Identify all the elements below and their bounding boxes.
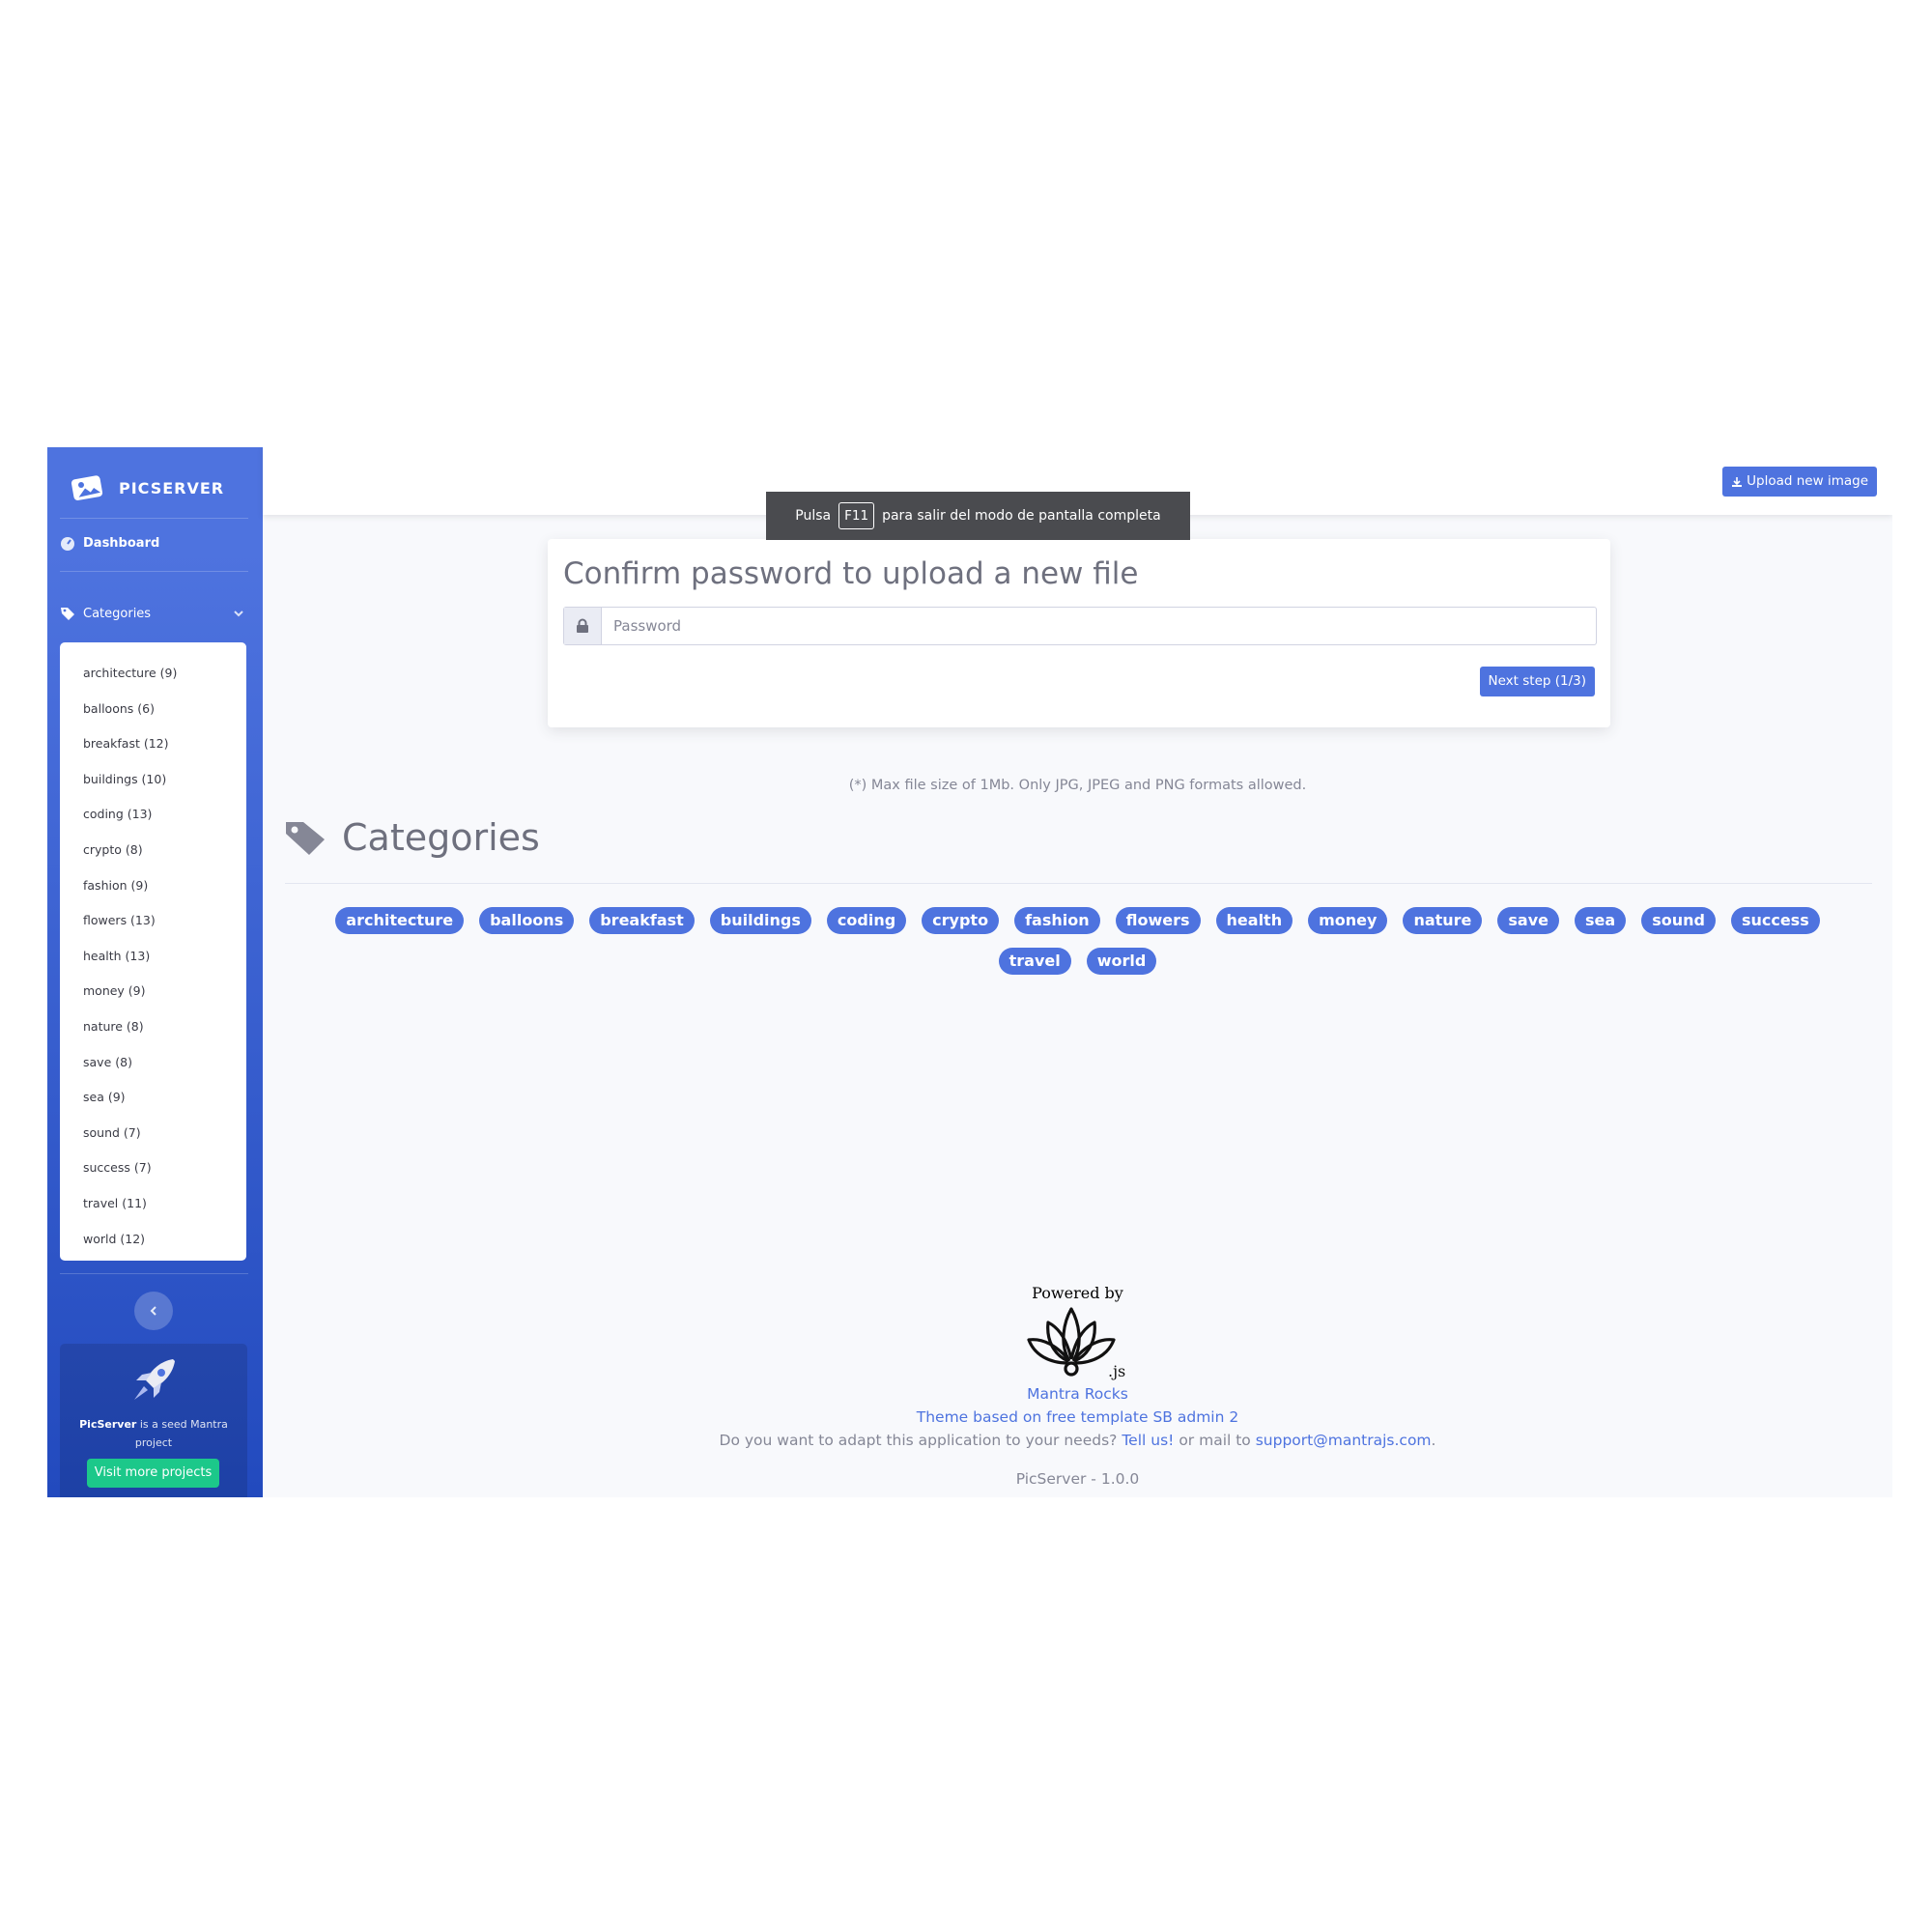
category-tag[interactable]: breakfast <box>589 907 695 934</box>
sidebar-item-dashboard[interactable]: Dashboard <box>60 535 159 551</box>
sidebar-category-item[interactable]: world (12) <box>60 1222 246 1258</box>
sidebar-category-item[interactable]: architecture (9) <box>60 656 246 692</box>
mantra-logo-icon[interactable]: .js <box>1025 1303 1131 1382</box>
category-tag[interactable]: sea <box>1575 907 1627 934</box>
sidebar-toggle-button[interactable] <box>134 1292 173 1330</box>
password-input[interactable] <box>602 608 1596 644</box>
version-label: PicServer - 1.0.0 <box>1015 1470 1140 1488</box>
sidebar-divider <box>60 1273 248 1274</box>
category-tag[interactable]: success <box>1730 907 1820 934</box>
sidebar-item-label: Categories <box>83 606 152 621</box>
rocket-icon <box>134 1359 175 1400</box>
category-tag[interactable]: sound <box>1641 907 1716 934</box>
adapt-end: . <box>1431 1432 1436 1449</box>
card-title: Confirm password to upload a new file <box>563 556 1139 591</box>
sidebar-category-item[interactable]: balloons (6) <box>60 692 246 727</box>
sidebar-category-item[interactable]: nature (8) <box>60 1009 246 1045</box>
sidebar-category-item[interactable]: travel (11) <box>60 1186 246 1222</box>
categories-submenu: architecture (9) balloons (6) breakfast … <box>60 642 246 1261</box>
category-tag[interactable]: fashion <box>1014 907 1100 934</box>
categories-title: Categories <box>342 816 540 859</box>
file-size-note: (*) Max file size of 1Mb. Only JPG, JPEG… <box>848 778 1307 793</box>
category-tag[interactable]: architecture <box>335 907 465 934</box>
tag-icon <box>61 608 74 620</box>
sidebar-category-item[interactable]: coding (13) <box>60 797 246 833</box>
category-tag[interactable]: health <box>1215 907 1293 934</box>
input-addon <box>564 608 602 644</box>
adapt-line: Do you want to adapt this application to… <box>263 1429 1892 1452</box>
key-badge: F11 <box>838 502 875 529</box>
sidebar-category-item[interactable]: crypto (8) <box>60 833 246 868</box>
sidebar-category-item[interactable]: flowers (13) <box>60 903 246 939</box>
category-tag[interactable]: crypto <box>922 907 1000 934</box>
chevron-down-icon[interactable] <box>233 608 244 619</box>
sidebar-category-item[interactable]: sea (9) <box>60 1080 246 1116</box>
password-card: Confirm password to upload a new file Ne… <box>548 539 1610 727</box>
tag-icon <box>286 822 325 855</box>
category-tag[interactable]: money <box>1308 907 1388 934</box>
category-tag[interactable]: flowers <box>1115 907 1201 934</box>
tachometer-icon <box>61 537 74 551</box>
categories-heading: Categories <box>284 816 540 859</box>
upload-button-label: Upload new image <box>1747 473 1868 489</box>
adapt-prefix: Do you want to adapt this application to… <box>719 1432 1118 1449</box>
category-tag[interactable]: world <box>1086 948 1157 975</box>
mantra-link[interactable]: Mantra Rocks <box>1027 1385 1128 1403</box>
app-window: PICSERVER Dashboard Categories architect… <box>47 447 1892 1497</box>
category-tag[interactable]: nature <box>1403 907 1483 934</box>
powered-by-label: Powered by <box>1032 1284 1123 1302</box>
category-tag[interactable]: buildings <box>709 907 811 934</box>
category-tag[interactable]: coding <box>826 907 907 934</box>
sidebar-category-item[interactable]: save (8) <box>60 1045 246 1081</box>
notice-suffix: para salir del modo de pantalla completa <box>882 508 1161 524</box>
logo-suffix: .js <box>1108 1362 1125 1380</box>
sidebar-promo: PicServer is a seed Mantra project Visit… <box>60 1344 247 1497</box>
category-tag[interactable]: balloons <box>479 907 575 934</box>
promo-description: is a seed Mantra project <box>134 1418 228 1449</box>
sidebar-category-item[interactable]: breakfast (12) <box>60 726 246 762</box>
promo-app-name: PicServer <box>79 1418 137 1431</box>
password-input-group <box>563 607 1597 645</box>
category-tag[interactable]: save <box>1497 907 1560 934</box>
sidebar-item-categories[interactable]: Categories <box>60 606 151 621</box>
promo-text: PicServer is a seed Mantra project <box>70 1415 238 1452</box>
chevron-left-icon <box>150 1306 156 1316</box>
brand[interactable]: PICSERVER <box>71 469 224 507</box>
sidebar: PICSERVER Dashboard Categories architect… <box>47 447 263 1497</box>
support-email-link[interactable]: support@mantrajs.com <box>1256 1432 1432 1449</box>
footer: Powered by .js Mantra Rocks Theme based … <box>263 1284 1892 1491</box>
upload-new-image-button[interactable]: Upload new image <box>1722 467 1877 497</box>
download-icon <box>1732 476 1743 487</box>
brand-name: PICSERVER <box>119 478 225 497</box>
sidebar-category-item[interactable]: success (7) <box>60 1151 246 1186</box>
sidebar-category-item[interactable]: health (13) <box>60 939 246 975</box>
sidebar-category-item[interactable]: sound (7) <box>60 1116 246 1151</box>
image-icon <box>71 475 103 500</box>
sidebar-divider <box>60 518 248 519</box>
lock-icon <box>577 618 588 633</box>
sidebar-category-item[interactable]: money (9) <box>60 974 246 1009</box>
theme-link[interactable]: Theme based on free template SB admin 2 <box>917 1408 1238 1426</box>
notice-prefix: Pulsa <box>795 508 832 524</box>
sidebar-divider <box>60 571 248 572</box>
category-tags: architecture balloons breakfast building… <box>263 907 1892 975</box>
sidebar-category-item[interactable]: fashion (9) <box>60 868 246 904</box>
sidebar-item-label: Dashboard <box>83 535 160 551</box>
section-divider <box>285 883 1872 884</box>
category-tag[interactable]: travel <box>998 948 1071 975</box>
next-step-button[interactable]: Next step (1/3) <box>1479 667 1595 696</box>
sidebar-category-item[interactable]: buildings (10) <box>60 762 246 798</box>
visit-more-projects-button[interactable]: Visit more projects <box>87 1459 219 1488</box>
adapt-mid: or mail to <box>1179 1432 1251 1449</box>
fullscreen-notice: Pulsa F11 para salir del modo de pantall… <box>766 492 1190 540</box>
tell-us-link[interactable]: Tell us! <box>1122 1432 1174 1449</box>
